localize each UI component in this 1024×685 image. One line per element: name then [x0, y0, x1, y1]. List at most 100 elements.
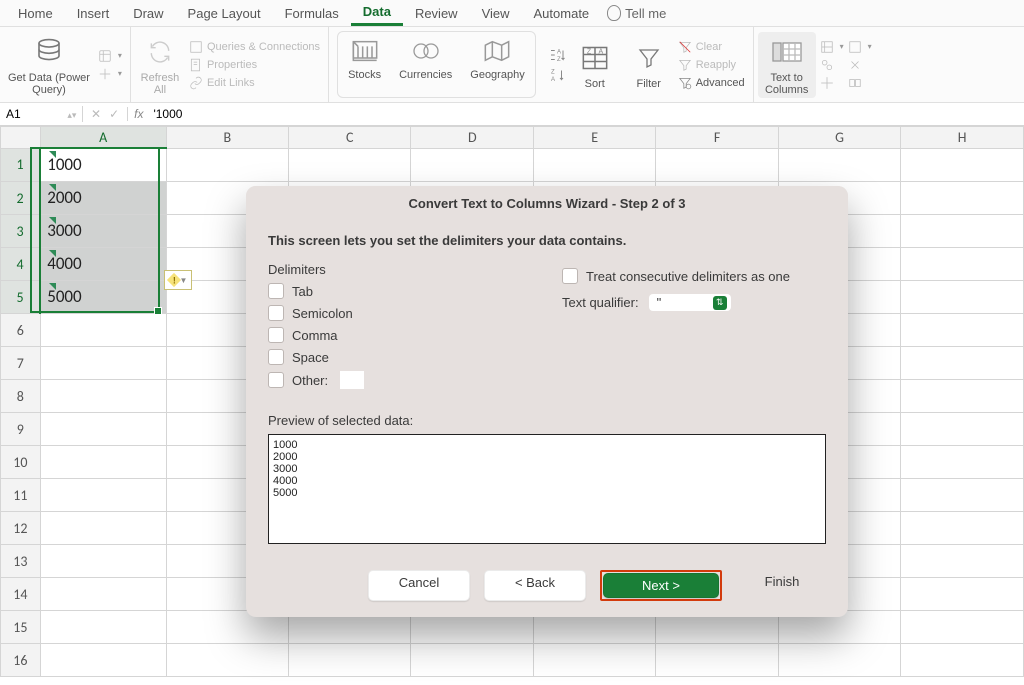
cell[interactable] — [40, 545, 166, 578]
cell[interactable] — [901, 215, 1024, 248]
row-header-1[interactable]: 1 — [1, 148, 41, 182]
cell[interactable] — [411, 148, 534, 182]
row-header-10[interactable]: 10 — [1, 446, 41, 479]
cell[interactable] — [166, 644, 288, 677]
tool-mini-2[interactable] — [820, 58, 844, 72]
delimiter-semicolon[interactable]: Semicolon — [268, 305, 532, 321]
finish-button[interactable]: Finish — [736, 570, 828, 601]
tab-home[interactable]: Home — [6, 2, 65, 25]
row-header-16[interactable]: 16 — [1, 644, 41, 677]
tell-me[interactable]: Tell me — [607, 5, 666, 21]
cell[interactable] — [901, 644, 1024, 677]
cell[interactable] — [166, 148, 288, 182]
cell[interactable] — [901, 545, 1024, 578]
tab-formulas[interactable]: Formulas — [273, 2, 351, 25]
geography-button[interactable]: Geography — [470, 36, 524, 81]
row-header-11[interactable]: 11 — [1, 479, 41, 512]
queries-connections[interactable]: Queries & Connections — [189, 40, 320, 54]
refresh-all-button[interactable]: Refresh All — [135, 34, 185, 96]
cell-a3[interactable]: 3000 — [40, 215, 166, 248]
cell[interactable] — [40, 578, 166, 611]
back-button[interactable]: < Back — [484, 570, 586, 601]
get-data-button[interactable]: Get Data (Power Query) — [8, 34, 90, 96]
col-header-g[interactable]: G — [778, 127, 901, 149]
other-delimiter-input[interactable] — [340, 371, 364, 389]
edit-links[interactable]: Edit Links — [189, 76, 320, 90]
fx-icon[interactable]: fx — [128, 107, 149, 121]
select-all-corner[interactable] — [1, 127, 41, 149]
cell[interactable] — [901, 512, 1024, 545]
row-header-8[interactable]: 8 — [1, 380, 41, 413]
cell[interactable] — [778, 148, 901, 182]
tab-review[interactable]: Review — [403, 2, 470, 25]
cell[interactable] — [411, 644, 534, 677]
cell[interactable] — [901, 413, 1024, 446]
cell[interactable] — [901, 611, 1024, 644]
cancel-button[interactable]: Cancel — [368, 570, 470, 601]
col-header-e[interactable]: E — [534, 127, 656, 149]
row-header-6[interactable]: 6 — [1, 314, 41, 347]
error-smart-tag[interactable]: ! ▼ — [164, 270, 192, 290]
tool-mini-3[interactable] — [820, 76, 844, 90]
delimiter-tab[interactable]: Tab — [268, 283, 532, 299]
row-header-7[interactable]: 7 — [1, 347, 41, 380]
currencies-button[interactable]: Currencies — [399, 36, 452, 81]
row-header-15[interactable]: 15 — [1, 611, 41, 644]
delimiter-space[interactable]: Space — [268, 349, 532, 365]
row-header-9[interactable]: 9 — [1, 413, 41, 446]
cell[interactable] — [901, 347, 1024, 380]
cell[interactable] — [289, 148, 411, 182]
row-header-3[interactable]: 3 — [1, 215, 41, 248]
cell[interactable] — [40, 347, 166, 380]
cell[interactable] — [40, 479, 166, 512]
sort-desc-button[interactable]: ZA — [548, 66, 566, 84]
cell[interactable] — [534, 644, 656, 677]
col-header-d[interactable]: D — [411, 127, 534, 149]
get-data-mini-1[interactable] — [98, 49, 122, 63]
col-header-c[interactable]: C — [289, 127, 411, 149]
cell[interactable] — [901, 148, 1024, 182]
accept-formula-icon[interactable]: ✓ — [109, 107, 119, 121]
next-button[interactable]: Next > — [603, 573, 719, 598]
stocks-button[interactable]: Stocks — [348, 36, 381, 81]
col-header-a[interactable]: A — [40, 127, 166, 149]
cell[interactable] — [901, 248, 1024, 281]
cell[interactable] — [40, 512, 166, 545]
cell[interactable] — [40, 446, 166, 479]
tool-mini-6[interactable] — [848, 76, 872, 90]
col-header-f[interactable]: F — [656, 127, 778, 149]
filter-button[interactable]: Filter — [624, 40, 674, 90]
tab-insert[interactable]: Insert — [65, 2, 122, 25]
cell[interactable] — [40, 314, 166, 347]
col-header-b[interactable]: B — [166, 127, 288, 149]
cell[interactable] — [40, 380, 166, 413]
tab-draw[interactable]: Draw — [121, 2, 175, 25]
name-box-input[interactable] — [4, 106, 64, 122]
tab-view[interactable]: View — [470, 2, 522, 25]
cell-a1[interactable]: 1000 — [40, 148, 166, 182]
row-header-14[interactable]: 14 — [1, 578, 41, 611]
cell-a4[interactable]: 4000 — [40, 248, 166, 281]
tool-mini-5[interactable] — [848, 58, 872, 72]
delimiter-comma[interactable]: Comma — [268, 327, 532, 343]
tab-automate[interactable]: Automate — [522, 2, 602, 25]
cell[interactable] — [778, 644, 901, 677]
cell[interactable] — [901, 281, 1024, 314]
row-header-5[interactable]: 5 — [1, 281, 41, 314]
cell[interactable] — [40, 413, 166, 446]
cell[interactable] — [40, 644, 166, 677]
formula-input[interactable] — [149, 107, 1024, 121]
cell[interactable] — [901, 578, 1024, 611]
cell[interactable] — [901, 446, 1024, 479]
properties[interactable]: Properties — [189, 58, 320, 72]
reapply-button[interactable]: Reapply — [678, 58, 745, 72]
cell[interactable] — [40, 611, 166, 644]
advanced-button[interactable]: Advanced — [678, 76, 745, 90]
cell[interactable] — [901, 314, 1024, 347]
row-header-12[interactable]: 12 — [1, 512, 41, 545]
row-header-13[interactable]: 13 — [1, 545, 41, 578]
name-box[interactable]: ▴▾ — [0, 106, 83, 122]
tab-page-layout[interactable]: Page Layout — [176, 2, 273, 25]
tool-mini-1[interactable] — [820, 40, 844, 54]
row-header-2[interactable]: 2 — [1, 182, 41, 215]
